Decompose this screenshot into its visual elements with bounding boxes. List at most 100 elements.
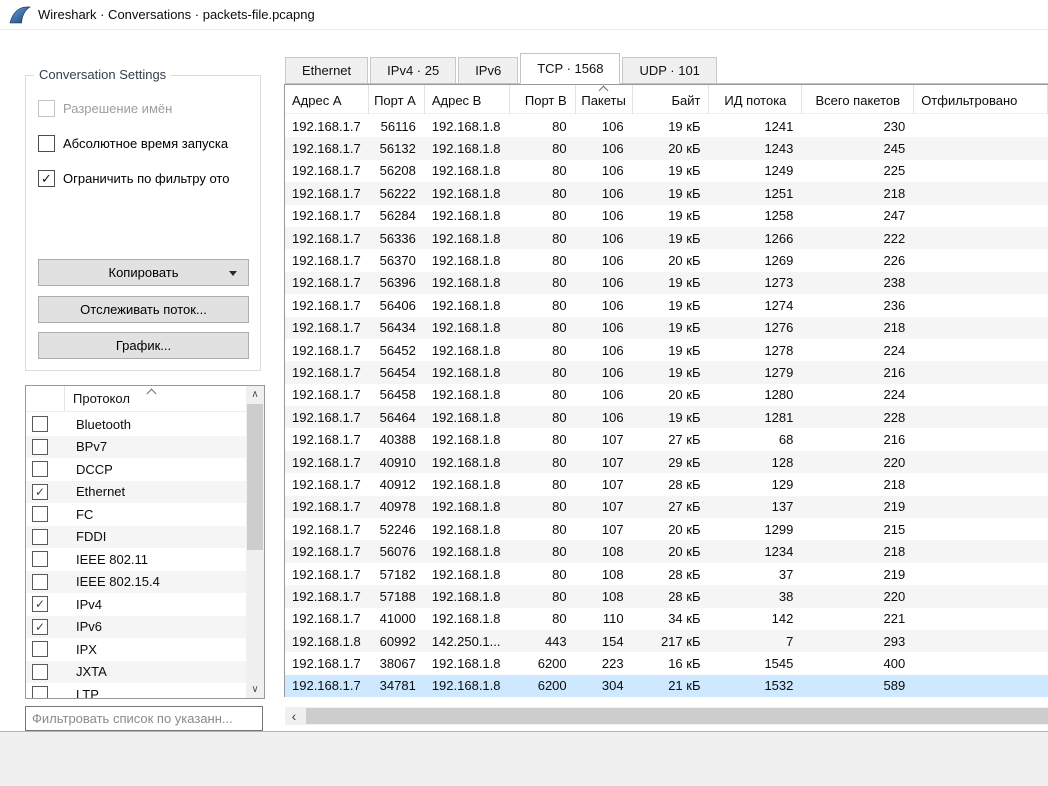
protocol-row[interactable]: Bluetooth bbox=[26, 413, 246, 436]
protocol-label: FDDI bbox=[76, 529, 107, 545]
table-row[interactable]: 192.168.1.7 56464 192.168.1.8 80 106 19 кБ 128… bbox=[285, 406, 1048, 429]
table-row[interactable]: 192.168.1.7 56222 192.168.1.8 80 106 19 кБ 125… bbox=[285, 182, 1048, 205]
checkbox-icon[interactable] bbox=[38, 99, 55, 117]
table-cell: 192.168.1.8 bbox=[431, 678, 501, 694]
table-row[interactable]: 192.168.1.7 38067 192.168.1.8 6200 223 16 кБ 1… bbox=[285, 652, 1048, 674]
graph-button[interactable]: График... bbox=[38, 332, 249, 359]
table-row[interactable]: 192.168.1.7 41000 192.168.1.8 80 110 34 кБ 142… bbox=[285, 608, 1048, 630]
column-header[interactable]: ИД потока bbox=[709, 85, 803, 114]
table-cell: 106 bbox=[601, 320, 624, 336]
protocol-checkbox[interactable] bbox=[32, 506, 48, 523]
protocol-row[interactable]: FC bbox=[26, 503, 246, 526]
column-header[interactable]: Адрес A bbox=[285, 85, 369, 114]
table-row[interactable]: 192.168.1.7 52246 192.168.1.8 80 107 20 кБ 129… bbox=[285, 518, 1048, 540]
table-cell: 192.168.1.7 bbox=[292, 432, 361, 448]
table-row[interactable]: 192.168.1.8 60992 142.250.1... 443 154 217 кБ… bbox=[285, 629, 1048, 653]
tab-ethernet[interactable]: Ethernet bbox=[285, 57, 369, 83]
scrollbar-thumb[interactable] bbox=[247, 404, 263, 550]
scroll-left-icon[interactable]: ‹ bbox=[285, 707, 303, 725]
protocol-row[interactable]: DCCP bbox=[26, 458, 246, 481]
protocol-checkbox[interactable] bbox=[32, 438, 48, 455]
protocol-label: FC bbox=[76, 506, 94, 522]
table-row[interactable]: 192.168.1.7 40912 192.168.1.8 80 107 28 кБ 129… bbox=[285, 473, 1048, 495]
protocol-row[interactable]: IEEE 802.15.4 bbox=[26, 570, 246, 593]
protocol-checkbox[interactable] bbox=[32, 461, 48, 478]
tab-ipv6[interactable]: IPv6 bbox=[458, 57, 519, 83]
table-row[interactable]: 192.168.1.7 56208 192.168.1.8 80 106 19 кБ 124… bbox=[285, 160, 1048, 182]
table-row[interactable]: 192.168.1.7 56336 192.168.1.8 80 106 19 кБ 126… bbox=[285, 226, 1048, 250]
protocol-column-header[interactable]: Протокол bbox=[65, 386, 130, 411]
protocol-filter-input[interactable] bbox=[25, 706, 263, 731]
protocol-checkbox[interactable] bbox=[32, 618, 48, 635]
protocol-row[interactable]: BPv7 bbox=[26, 435, 246, 458]
table-cell: 106 bbox=[601, 230, 624, 246]
protocol-checkbox[interactable] bbox=[32, 663, 48, 680]
table-row[interactable]: 192.168.1.7 40978 192.168.1.8 80 107 27 кБ 137… bbox=[285, 495, 1048, 519]
protocol-checkbox[interactable] bbox=[32, 596, 48, 613]
protocol-checkbox[interactable] bbox=[32, 551, 48, 568]
table-row[interactable]: 192.168.1.7 56452 192.168.1.8 80 106 19 кБ 127… bbox=[285, 339, 1048, 361]
tab-tcp[interactable]: TCP · 1568 bbox=[520, 53, 621, 84]
column-header[interactable]: Всего пакетов bbox=[802, 85, 915, 114]
follow-stream-button[interactable]: Отслеживать поток... bbox=[38, 296, 249, 323]
protocol-checkbox[interactable] bbox=[32, 483, 48, 500]
table-row[interactable]: 192.168.1.7 56406 192.168.1.8 80 106 19 кБ 127… bbox=[285, 294, 1048, 316]
table-row[interactable]: 192.168.1.7 56434 192.168.1.8 80 106 19 кБ 127… bbox=[285, 316, 1048, 339]
table-row[interactable]: 192.168.1.7 56396 192.168.1.8 80 106 19 кБ 127… bbox=[285, 271, 1048, 295]
table-cell: 27 кБ bbox=[668, 499, 701, 515]
protocol-checkbox[interactable] bbox=[32, 573, 48, 590]
protocol-row[interactable]: IPX bbox=[26, 638, 246, 661]
checkbox-name-resolution[interactable]: Разрешение имён bbox=[38, 99, 172, 117]
table-cell: 41000 bbox=[379, 611, 416, 627]
scroll-down-icon[interactable]: ∨ bbox=[246, 681, 264, 698]
protocol-row[interactable]: IPv4 bbox=[26, 593, 246, 616]
protocol-row[interactable]: Ethernet bbox=[26, 480, 246, 503]
table-row[interactable]: 192.168.1.7 56132 192.168.1.8 80 106 20 кБ 124… bbox=[285, 137, 1048, 160]
protocol-row[interactable]: JXTA bbox=[26, 660, 246, 683]
table-row[interactable]: 192.168.1.7 56284 192.168.1.8 80 106 19 кБ 125… bbox=[285, 205, 1048, 227]
protocol-checkbox[interactable] bbox=[32, 416, 48, 433]
protocol-row[interactable]: LTP bbox=[26, 683, 246, 698]
protocol-scrollbar[interactable]: ∧ ∨ bbox=[246, 386, 264, 698]
tab-ipv4[interactable]: IPv4 · 25 bbox=[370, 57, 457, 83]
table-row[interactable]: 192.168.1.7 56454 192.168.1.8 80 106 19 кБ 127… bbox=[285, 361, 1048, 384]
checkbox-icon[interactable] bbox=[38, 169, 55, 187]
checkbox-icon[interactable] bbox=[38, 134, 55, 152]
table-cell: 1281 bbox=[764, 409, 794, 425]
protocol-label: Ethernet bbox=[76, 484, 126, 500]
scroll-up-icon[interactable]: ∧ bbox=[246, 386, 264, 403]
table-row[interactable]: 192.168.1.7 56076 192.168.1.8 80 108 20 кБ 123… bbox=[285, 540, 1048, 563]
h-scrollbar[interactable]: ‹ bbox=[285, 707, 1048, 725]
column-header[interactable]: Отфильтровано bbox=[914, 85, 1048, 114]
table-row[interactable]: 192.168.1.7 57182 192.168.1.8 80 108 28 кБ 37 2… bbox=[285, 563, 1048, 585]
protocol-row[interactable]: IPv6 bbox=[26, 615, 246, 638]
column-header[interactable]: Адрес B bbox=[425, 85, 510, 114]
table-row[interactable]: 192.168.1.7 56370 192.168.1.8 80 106 20 кБ 126… bbox=[285, 249, 1048, 271]
table-row[interactable]: 192.168.1.7 40388 192.168.1.8 80 107 27 кБ 68 2… bbox=[285, 428, 1048, 450]
table-row[interactable]: 192.168.1.7 57188 192.168.1.8 80 108 28 кБ 38 2… bbox=[285, 585, 1048, 608]
protocol-row[interactable]: FDDI bbox=[26, 525, 246, 548]
tab-udp[interactable]: UDP · 101 bbox=[622, 57, 717, 83]
copy-button[interactable]: Копировать bbox=[38, 259, 249, 286]
protocol-checkbox[interactable] bbox=[32, 641, 48, 658]
protocol-checkbox[interactable] bbox=[32, 528, 48, 545]
table-cell: 80 bbox=[552, 499, 567, 515]
column-header[interactable]: Порт B bbox=[510, 85, 576, 114]
column-header[interactable]: Байт bbox=[633, 85, 710, 114]
table-row[interactable]: 192.168.1.7 56458 192.168.1.8 80 106 20 кБ 128… bbox=[285, 384, 1048, 406]
table-row[interactable]: 192.168.1.7 40910 192.168.1.8 80 107 29 кБ 128… bbox=[285, 450, 1048, 474]
table-row[interactable]: 192.168.1.7 34781 192.168.1.8 6200 304 21 кБ 1… bbox=[285, 674, 1048, 697]
checkbox-column-header[interactable] bbox=[26, 386, 65, 411]
table-cell: 192.168.1.7 bbox=[292, 320, 361, 336]
h-scrollbar-thumb[interactable] bbox=[306, 708, 1048, 724]
checkbox-limit-to-display-filter[interactable]: Ограничить по фильтру ото bbox=[38, 169, 229, 187]
table-cell: 106 bbox=[601, 163, 624, 179]
table-row[interactable]: 192.168.1.7 56116 192.168.1.8 80 106 19 кБ 124… bbox=[285, 115, 1048, 137]
table-cell: 192.168.1.8 bbox=[431, 387, 501, 403]
protocol-row[interactable]: IEEE 802.11 bbox=[26, 548, 246, 571]
column-header[interactable]: Порт A bbox=[369, 85, 425, 114]
protocol-list-header[interactable]: Протокол bbox=[26, 386, 264, 412]
table-cell: 192.168.1.7 bbox=[292, 230, 361, 246]
protocol-checkbox[interactable] bbox=[32, 686, 48, 698]
checkbox-absolute-start-time[interactable]: Абсолютное время запуска bbox=[38, 134, 228, 152]
